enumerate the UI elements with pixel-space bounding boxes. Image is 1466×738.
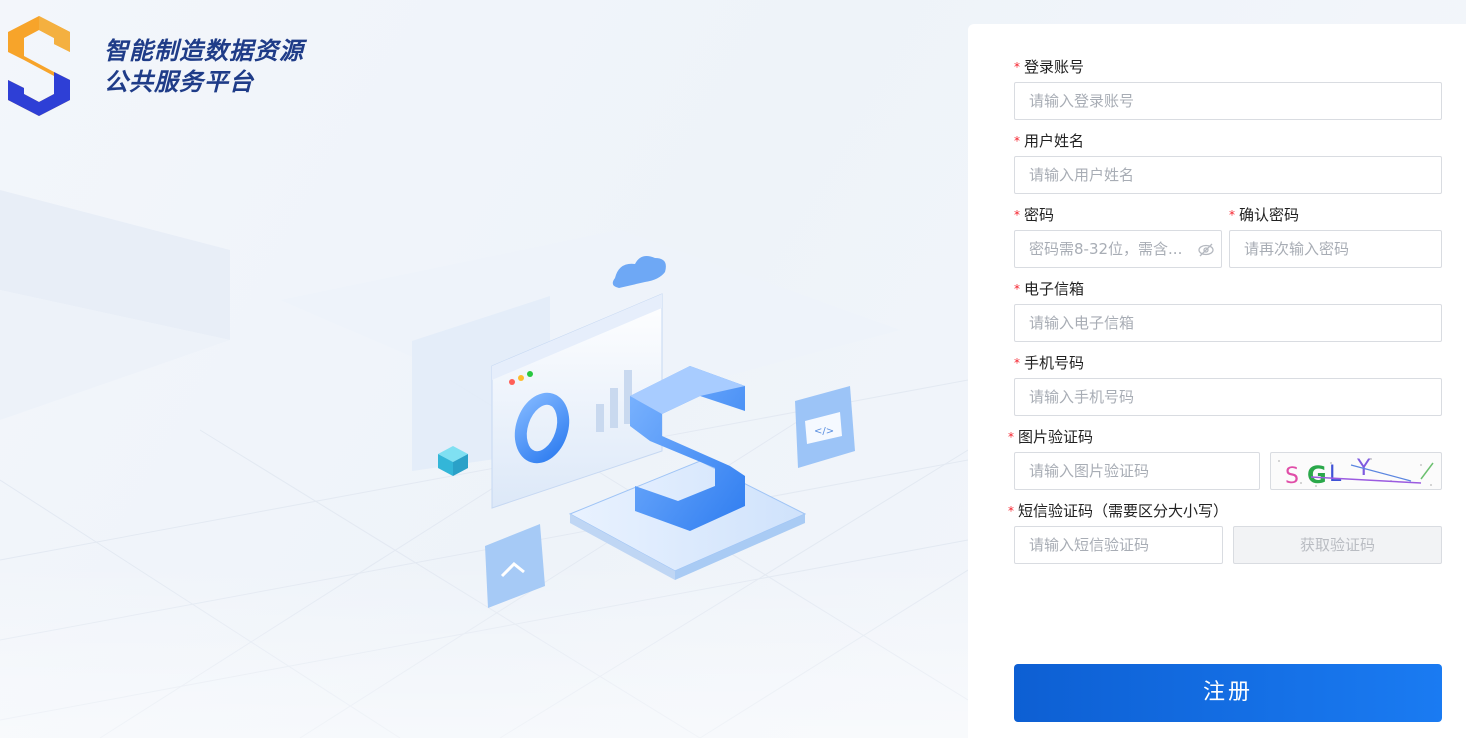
- brand-title-line-2: 公共服务平台: [104, 68, 254, 96]
- confirm-password-label: * 确认密码: [1229, 206, 1300, 224]
- email-label: * 电子信箱: [1014, 280, 1085, 298]
- svg-text:S: S: [1285, 464, 1299, 489]
- image-code-input[interactable]: 请输入图片验证码: [1014, 452, 1260, 490]
- register-button[interactable]: 注册: [1014, 664, 1442, 722]
- password-placeholder: 密码需8-32位，需含...: [1029, 240, 1183, 258]
- code-card-icon: </>: [795, 386, 855, 468]
- account-input[interactable]: 请输入登录账号: [1014, 82, 1442, 120]
- phone-input[interactable]: 请输入手机号码: [1014, 378, 1442, 416]
- s-hexagon-logo-icon: [8, 16, 70, 116]
- svg-text:</>: </>: [814, 426, 834, 437]
- password-input[interactable]: 密码需8-32位，需含...: [1014, 230, 1222, 268]
- register-panel: * 登录账号 请输入登录账号 * 用户姓名 请输入用户姓名 * 密码 密码需8-32位…: [968, 24, 1466, 738]
- register-form: * 登录账号 请输入登录账号 * 用户姓名 请输入用户姓名 * 密码 密码需8-32位…: [1008, 56, 1442, 722]
- phone-label: * 手机号码: [1014, 354, 1085, 372]
- cloud-icon: [612, 256, 666, 288]
- password-label: * 密码: [1014, 206, 1055, 224]
- image-code-label: * 图片验证码: [1008, 428, 1094, 446]
- username-input[interactable]: 请输入用户姓名: [1014, 156, 1442, 194]
- sms-code-label: * 短信验证码（需要区分大小写）: [1008, 502, 1229, 520]
- confirm-password-input[interactable]: 请再次输入密码: [1229, 230, 1442, 268]
- captcha-image[interactable]: S G L Y: [1270, 452, 1442, 490]
- link-card-icon: [485, 524, 545, 608]
- email-input[interactable]: 请输入电子信箱: [1014, 304, 1442, 342]
- brand-title-line-1: 智能制造数据资源: [104, 37, 304, 65]
- account-label: * 登录账号: [1014, 58, 1085, 76]
- isometric-data-platform-illustration: </>: [400, 236, 870, 616]
- get-sms-code-button[interactable]: 获取验证码: [1233, 526, 1442, 564]
- svg-text:G: G: [1307, 461, 1327, 489]
- brand: 智能制造数据资源 公共服务平台: [4, 12, 304, 120]
- username-label: * 用户姓名: [1014, 132, 1085, 150]
- svg-text:L: L: [1329, 462, 1342, 487]
- sms-code-input[interactable]: 请输入短信验证码: [1014, 526, 1223, 564]
- eye-off-icon[interactable]: [1197, 241, 1215, 259]
